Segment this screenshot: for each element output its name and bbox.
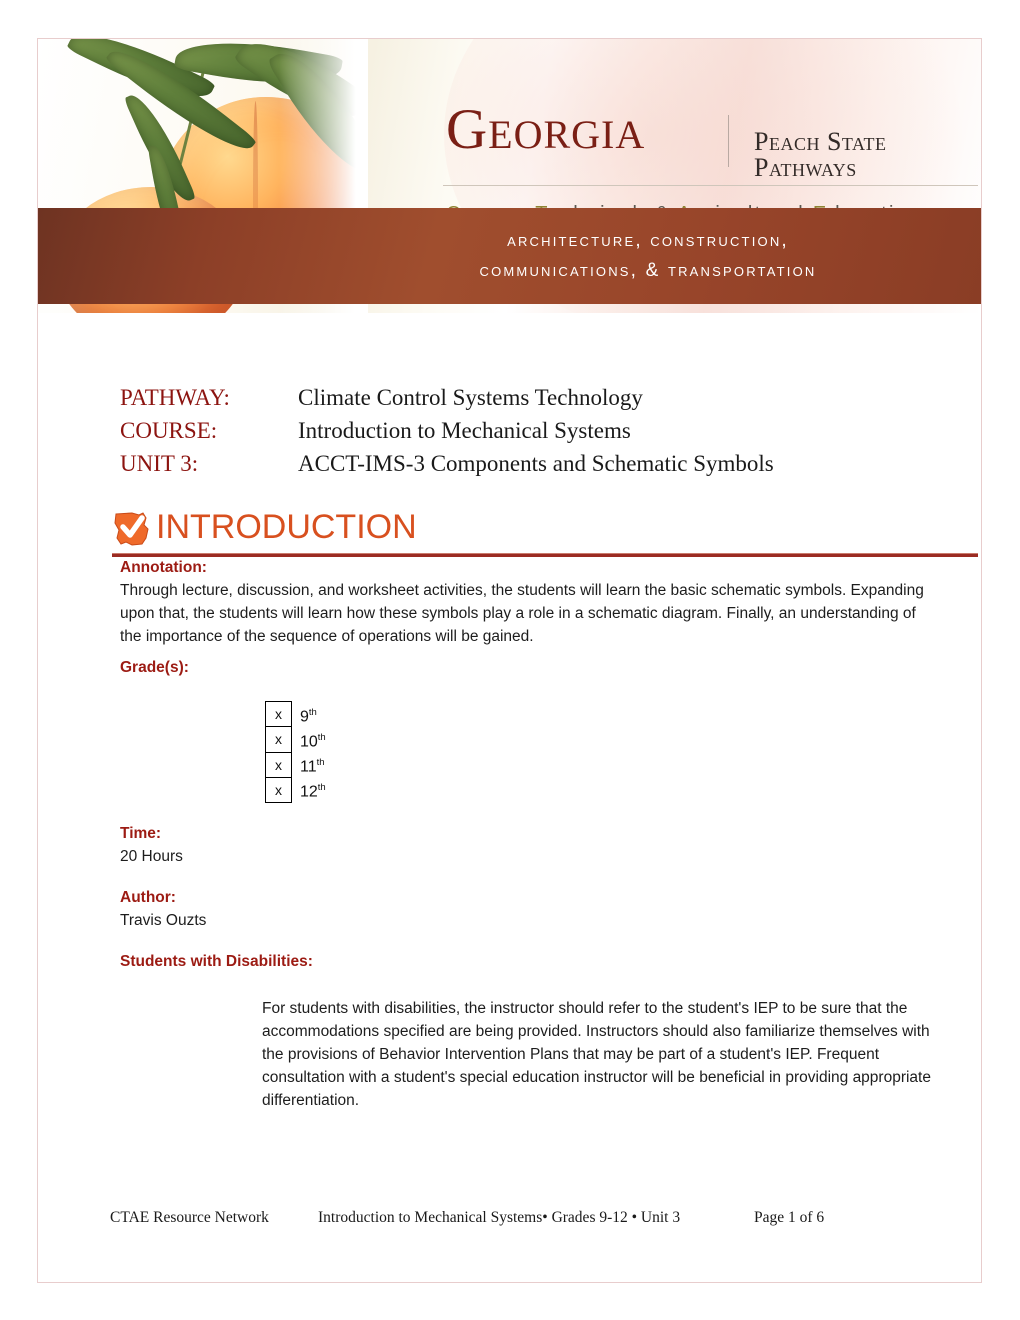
disabilities-text: For students with disabilities, the inst… — [262, 1000, 931, 1109]
masthead-divider — [728, 115, 729, 167]
table-row: x 12th — [265, 776, 327, 804]
masthead-horizontal-rule — [443, 185, 978, 186]
time-label: Time: — [120, 825, 162, 842]
grade-suffix: th — [317, 731, 326, 743]
course-value: Introduction to Mechanical Systems — [298, 418, 631, 443]
section-title: INTRODUCTION — [156, 508, 417, 546]
cluster-band-text: Architecture, Construction, Communicatio… — [318, 208, 978, 304]
introduction-section-header: INTRODUCTION — [112, 508, 980, 557]
grade-suffix: th — [316, 757, 325, 769]
time-value: 20 Hours — [120, 848, 183, 865]
author-block: Author: Travis Ouzts — [120, 887, 930, 932]
grades-table: x 9th x 10th x 11th x 12th — [265, 700, 327, 804]
course-metadata: PATHWAY: Climate Control Systems Technol… — [120, 381, 920, 480]
footer-page-number: Page 1 of 6 — [754, 1209, 825, 1226]
course-label: COURSE: — [120, 418, 218, 443]
disabilities-label: Students with Disabilities: — [120, 953, 313, 970]
grade-suffix: th — [317, 782, 326, 794]
grade-checkbox-12[interactable]: x — [265, 776, 292, 804]
grade-checkbox-9[interactable]: x — [265, 700, 292, 728]
footer-center: Introduction to Mechanical Systems• Grad… — [318, 1209, 681, 1226]
pathway-label: PATHWAY: — [120, 385, 230, 410]
annotation-text: Through lecture, discussion, and workshe… — [120, 582, 924, 645]
header-banner: Georgia Peach State Pathways Career, Tec… — [38, 39, 981, 313]
table-row: x 11th — [265, 751, 327, 778]
document-page: Georgia Peach State Pathways Career, Tec… — [37, 38, 982, 1283]
pathway-value: Climate Control Systems Technology — [298, 385, 643, 410]
grades-table-body: x 9th x 10th x 11th x 12th — [265, 700, 327, 804]
cluster-band: Architecture, Construction, Communicatio… — [38, 208, 981, 304]
grade-number: 10 — [300, 733, 318, 751]
annotation-label: Annotation: — [120, 559, 207, 576]
author-label: Author: — [120, 889, 176, 906]
peach-state-pathways-tagline: Peach State Pathways — [754, 127, 887, 182]
cluster-line-1: Architecture, Construction, — [507, 230, 789, 251]
unit-value: ACCT-IMS-3 Components and Schematic Symb… — [298, 451, 774, 476]
grade-number: 9 — [300, 707, 309, 725]
cluster-line-2: Communications, & transportation — [479, 260, 817, 281]
footer-left: CTAE Resource Network — [110, 1209, 269, 1226]
metadata-row-unit: UNIT 3: ACCT-IMS-3 Components and Schema… — [120, 447, 920, 480]
grades-label: Grade(s): — [120, 659, 189, 676]
page-footer: CTAE Resource Network Introduction to Me… — [110, 1209, 910, 1227]
author-value: Travis Ouzts — [120, 912, 207, 929]
grade-suffix: th — [308, 706, 317, 718]
annotation-block: Annotation: Through lecture, discussion,… — [120, 557, 930, 648]
grade-label-9: 9th — [292, 702, 327, 727]
grade-number: 12 — [300, 783, 318, 801]
metadata-row-course: COURSE: Introduction to Mechanical Syste… — [120, 414, 920, 447]
grade-checkbox-11[interactable]: x — [265, 751, 292, 778]
grade-label-12: 12th — [292, 777, 327, 802]
grades-block: Grade(s): x 9th x 10th x 11th x 12th — [120, 657, 930, 811]
georgia-check-icon — [112, 511, 152, 547]
grade-label-11: 11th — [292, 752, 327, 777]
grade-number: 11 — [300, 758, 317, 776]
time-block: Time: 20 Hours — [120, 823, 930, 868]
table-row: x 9th — [265, 700, 327, 728]
georgia-wordmark: Georgia — [446, 98, 646, 161]
table-row: x 10th — [265, 726, 327, 753]
disabilities-block: Students with Disabilities: For students… — [120, 951, 931, 1109]
grade-label-10: 10th — [292, 727, 327, 752]
metadata-row-pathway: PATHWAY: Climate Control Systems Technol… — [120, 381, 920, 414]
unit-label: UNIT 3: — [120, 451, 199, 476]
grade-checkbox-10[interactable]: x — [265, 726, 292, 753]
